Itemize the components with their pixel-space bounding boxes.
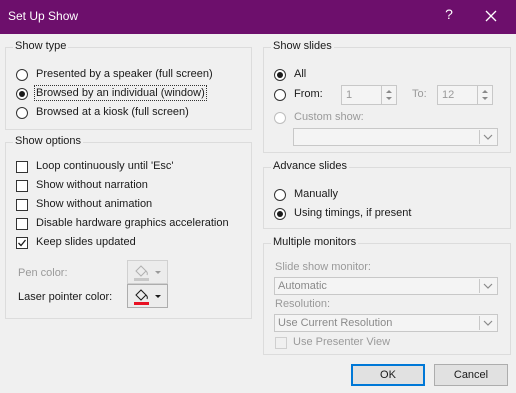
from-spin-buttons[interactable]	[381, 86, 396, 104]
radio-browsed-at-kiosk[interactable]	[16, 107, 28, 119]
to-value: 12	[442, 89, 455, 101]
checkbox-disable-hw-acceleration[interactable]	[16, 218, 28, 230]
checkmark-icon	[18, 239, 27, 247]
resolution-value: Use Current Resolution	[278, 317, 393, 329]
show-options-legend: Show options	[13, 135, 84, 147]
paint-bucket-icon	[134, 265, 161, 281]
dialog-body: Show type Presented by a speaker (full s…	[0, 34, 516, 393]
radio-all-slides[interactable]	[274, 69, 286, 81]
from-value: 1	[346, 89, 353, 101]
from-spinner[interactable]: 1	[341, 85, 397, 105]
radio-browsed-by-individual[interactable]	[16, 88, 28, 100]
help-button[interactable]: ?	[441, 6, 457, 26]
using-timings-label: Using timings, if present	[294, 207, 412, 219]
chevron-down-icon	[483, 320, 493, 326]
dropdown-button[interactable]	[479, 130, 496, 144]
laser-color-label: Laser pointer color:	[18, 291, 113, 303]
close-button[interactable]	[480, 5, 502, 27]
dropdown-button[interactable]	[479, 316, 496, 330]
checkbox-loop-continuously[interactable]	[16, 161, 28, 173]
from-label: From:	[294, 88, 323, 100]
checkbox-use-presenter-view[interactable]	[275, 337, 287, 349]
custom-show-select[interactable]	[293, 128, 498, 146]
option-label: Presented by a speaker (full screen)	[36, 68, 213, 80]
paint-bucket-icon	[134, 289, 161, 305]
show-type-legend: Show type	[13, 40, 69, 52]
option-label: Browsed by an individual (window)	[34, 85, 207, 101]
show-slides-legend: Show slides	[271, 40, 334, 52]
pen-color-label: Pen color:	[18, 267, 68, 279]
show-options-group: Show options Loop continuously until 'Es…	[5, 135, 252, 319]
show-slides-group: Show slides All From: 1 To: 12 Custom sh…	[263, 40, 511, 153]
checkbox-keep-slides-updated[interactable]	[16, 237, 28, 249]
option-label: Browsed at a kiosk (full screen)	[36, 106, 189, 118]
resolution-select[interactable]: Use Current Resolution	[274, 314, 498, 332]
checkbox-label: Show without narration	[36, 179, 148, 191]
resolution-label: Resolution:	[275, 298, 331, 310]
use-presenter-view-label: Use Presenter View	[293, 336, 391, 348]
checkbox-without-animation[interactable]	[16, 199, 28, 211]
ok-button[interactable]: OK	[351, 364, 425, 386]
slide-show-monitor-value: Automatic	[278, 280, 327, 292]
spin-arrows-icon	[482, 90, 488, 100]
custom-show-label: Custom show:	[294, 111, 364, 123]
cancel-button[interactable]: Cancel	[434, 364, 508, 386]
multiple-monitors-legend: Multiple monitors	[271, 236, 359, 248]
radio-using-timings[interactable]	[274, 208, 286, 220]
advance-slides-legend: Advance slides	[271, 160, 349, 172]
slide-show-monitor-label: Slide show monitor:	[275, 261, 371, 273]
checkbox-label: Loop continuously until 'Esc'	[36, 160, 174, 172]
checkbox-label: Show without animation	[36, 198, 153, 210]
checkbox-without-narration[interactable]	[16, 180, 28, 192]
dropdown-button[interactable]	[479, 279, 496, 293]
slide-show-monitor-select[interactable]: Automatic	[274, 277, 498, 295]
radio-from-slides[interactable]	[274, 89, 286, 101]
show-type-group: Show type Presented by a speaker (full s…	[5, 40, 252, 130]
advance-slides-group: Advance slides Manually Using timings, i…	[263, 160, 511, 229]
spin-arrows-icon	[386, 90, 392, 100]
title-bar: Set Up Show ?	[0, 0, 516, 34]
chevron-down-icon	[483, 134, 493, 140]
pen-color-button[interactable]	[127, 260, 168, 284]
radio-custom-show[interactable]	[274, 112, 286, 124]
checkbox-label: Keep slides updated	[36, 236, 136, 248]
manually-label: Manually	[294, 188, 339, 200]
window-title: Set Up Show	[8, 9, 79, 23]
all-slides-label: All	[294, 68, 307, 80]
radio-manually[interactable]	[274, 189, 286, 201]
radio-presented-by-speaker[interactable]	[16, 69, 28, 81]
to-spin-buttons[interactable]	[477, 86, 492, 104]
to-spinner[interactable]: 12	[437, 85, 493, 105]
laser-color-button[interactable]	[127, 284, 168, 308]
multiple-monitors-group: Multiple monitors Slide show monitor: Au…	[263, 236, 511, 355]
to-label: To:	[412, 88, 427, 100]
chevron-down-icon	[483, 283, 493, 289]
close-icon	[485, 10, 497, 22]
checkbox-label: Disable hardware graphics acceleration	[36, 217, 229, 229]
